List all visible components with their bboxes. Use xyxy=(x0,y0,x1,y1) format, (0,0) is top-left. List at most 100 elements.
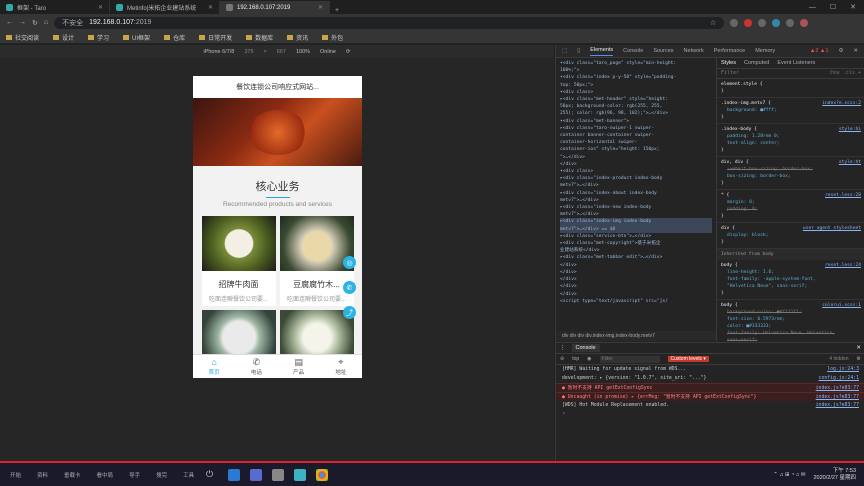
dom-node-line[interactable]: ▸<div class="index-product index-body xyxy=(560,175,712,182)
css-rule[interactable]: reset.less:24 body {line-height: 1.6; font… xyxy=(717,260,864,300)
extension-icon[interactable] xyxy=(758,18,767,27)
close-icon[interactable]: ✕ xyxy=(856,345,861,351)
css-rule[interactable]: colorui.scss:1 body {background-color: ■#… xyxy=(717,300,864,341)
console-filter-input[interactable]: Filter xyxy=(599,355,660,363)
bookmark-folder[interactable]: 仓库 xyxy=(164,33,185,42)
dom-node-line[interactable]: metv7">…</div> xyxy=(560,197,712,204)
dom-node-line[interactable]: <script type="text/javascript" src="js/ xyxy=(560,298,712,305)
close-icon[interactable]: ✕ xyxy=(98,4,103,11)
dom-node-line[interactable]: metv7">…</div> == $0 xyxy=(560,225,712,233)
dom-node-line[interactable]: 50px; background-color: rgb(255, 255, xyxy=(560,103,712,110)
dom-node-line[interactable]: ▾<div class> xyxy=(560,168,712,175)
dom-node-line[interactable]: ▸<div class="index-about index-body xyxy=(560,190,712,197)
css-source-link[interactable]: colorui.scss:1 xyxy=(822,302,861,309)
console-message[interactable]: ● Uncaught (in promise) ▸ {errMsg: "暂时不支… xyxy=(556,392,864,401)
phone-float-button[interactable]: ✆ xyxy=(343,281,356,294)
forward-icon[interactable]: → xyxy=(19,19,26,26)
css-rule[interactable]: element.style {} xyxy=(717,79,864,98)
css-source-link[interactable]: user agent stylesheet xyxy=(803,225,861,232)
console-message[interactable]: ● 暂时不支持 API getExtConfigSync index.js?e83… xyxy=(556,383,864,392)
bookmark-folder[interactable]: 外包 xyxy=(322,33,343,42)
tab-event-listeners[interactable]: Event Listeners xyxy=(777,60,815,66)
dom-node-line[interactable]: </div> xyxy=(560,262,712,269)
url-field[interactable]: 不安全 192.168.0.107:2019 ☆ xyxy=(54,16,725,29)
message-source-link[interactable]: index.js?e83:77 xyxy=(816,401,859,410)
settings-icon[interactable]: ⚙ xyxy=(838,48,843,54)
dom-node-line[interactable]: container banner-container swiper- xyxy=(560,132,712,139)
css-property[interactable]: font-family: Helvetica Neue, Helvetica, xyxy=(721,330,861,337)
device-width[interactable]: 375 xyxy=(244,49,253,55)
inspect-icon[interactable]: ⬚ xyxy=(562,48,567,54)
log-levels-select[interactable]: Custom levels ▾ xyxy=(667,356,709,362)
bookmark-folder[interactable]: 资讯 xyxy=(287,33,308,42)
browser-tab-3[interactable]: 192.168.0.107:2019 ✕ xyxy=(220,1,330,14)
css-property[interactable]: padding: 1.28rem 0; xyxy=(721,133,861,140)
profile-avatar[interactable] xyxy=(800,18,809,27)
bookmark-folder[interactable]: 日常开发 xyxy=(199,33,232,42)
close-window-icon[interactable]: ✕ xyxy=(850,3,856,11)
close-icon[interactable]: ✕ xyxy=(318,4,323,11)
css-rule[interactable]: user agent stylesheet div {display: block… xyxy=(717,223,864,249)
tray-icons[interactable]: ⌃ ♫ ⊞ ◔ ⌂ ✉ xyxy=(773,472,805,478)
browser-tab-2[interactable]: Metinfo|米拓企业建站系统 ✕ xyxy=(110,1,220,14)
app-icon[interactable] xyxy=(272,468,284,481)
dom-node-line[interactable]: </div> xyxy=(560,283,712,290)
extension-icon[interactable] xyxy=(786,18,795,27)
css-source-link[interactable]: reset.less:28 xyxy=(825,192,861,199)
dom-node-line[interactable]: ▾<div class> xyxy=(560,89,712,96)
home-icon[interactable]: ⌂ xyxy=(44,19,48,26)
dom-breadcrumb[interactable]: div div div div.index-img.index-body.met… xyxy=(556,331,716,341)
dom-node-line[interactable]: container-horizontal swiper- xyxy=(560,139,712,146)
taskbar-label[interactable]: 看中局 xyxy=(97,471,114,479)
dom-node-line[interactable]: ">…</div> xyxy=(560,154,712,161)
css-property[interactable]: padding: 0; xyxy=(721,206,861,213)
dom-node-line[interactable]: </div> xyxy=(560,269,712,276)
css-property[interactable]: text-align: center; xyxy=(721,140,861,147)
css-property[interactable]: sans-serif; xyxy=(721,337,861,341)
css-property[interactable]: font-family: -apple-system-font, xyxy=(721,276,861,283)
tab-styles[interactable]: Styles xyxy=(721,60,736,66)
close-icon[interactable]: ✕ xyxy=(853,48,858,54)
dom-node-line[interactable]: ▸<div class="service-btn">…</div> xyxy=(560,233,712,240)
css-property[interactable]: background-color: ■#f1f1f1; xyxy=(721,309,861,316)
css-property[interactable]: margin: 0; xyxy=(721,199,861,206)
extension-icon[interactable] xyxy=(744,18,753,27)
tab-phone[interactable]: ✆ 电话 xyxy=(235,355,277,378)
qrcode-float-button[interactable]: ◎ xyxy=(343,256,356,269)
share-float-button[interactable]: ⤴ xyxy=(343,306,356,319)
bookmark-folder[interactable]: 设计 xyxy=(53,33,74,42)
reload-icon[interactable]: ↻ xyxy=(32,19,38,27)
tab-elements[interactable]: Elements xyxy=(590,47,614,56)
taskbar-label[interactable]: 垂载卡 xyxy=(64,471,81,479)
css-property[interactable]: line-height: 1.6; xyxy=(721,269,861,276)
dom-node-line[interactable]: top: 50px;"> xyxy=(560,82,712,89)
dom-node-line[interactable]: 255); color: rgb(96, 98, 102);">…</div> xyxy=(560,110,712,117)
dom-node-line[interactable]: container-ios" style="height: 150px; xyxy=(560,146,712,153)
css-property[interactable]: box-sizing: border-box; xyxy=(721,173,861,180)
zoom-select[interactable]: 100% xyxy=(296,49,310,55)
dom-node-line[interactable]: ▾<div class="index p-y-50" style="paddin… xyxy=(560,74,712,81)
tab-memory[interactable]: Memory xyxy=(755,48,775,54)
css-source-link[interactable]: style:ht xyxy=(839,159,861,166)
css-source-link[interactable]: style:hi xyxy=(839,126,861,133)
elements-tree[interactable]: ▾<div class="taro_page" style="min-heigh… xyxy=(556,58,716,334)
new-tab-button[interactable]: + xyxy=(330,7,344,14)
css-source-link[interactable]: reset.less:24 xyxy=(825,262,861,269)
dom-node-line[interactable]: metv7">…</div> xyxy=(560,182,712,189)
dom-node-line[interactable]: ▸<div class="met-header" style="height: xyxy=(560,96,712,103)
dom-node-line[interactable]: ▸<div class="index-img index-body xyxy=(560,218,712,226)
app-icon[interactable] xyxy=(294,468,306,481)
css-property[interactable]: -webkit-box-sizing: border-box; xyxy=(721,166,861,173)
drawer-menu-icon[interactable]: ⋮ xyxy=(560,345,566,351)
message-source-link[interactable]: log.js:24:3 xyxy=(827,365,859,374)
tab-sources[interactable]: Sources xyxy=(653,48,673,54)
console-prompt[interactable]: › xyxy=(556,410,864,417)
device-height[interactable]: 667 xyxy=(277,49,286,55)
extension-icon[interactable] xyxy=(730,18,739,27)
tab-performance[interactable]: Performance xyxy=(714,48,746,54)
dom-node-line[interactable]: 业建站系统</div> xyxy=(560,247,712,254)
wechat-devtools-icon[interactable] xyxy=(250,468,262,481)
message-source-link[interactable]: index.js?e83:77 xyxy=(816,393,859,401)
dom-node-line[interactable]: ▸<div class="met-copyright">基于米拓企 xyxy=(560,240,712,247)
error-count-badge[interactable]: ▲2 ▲1 xyxy=(810,48,829,54)
